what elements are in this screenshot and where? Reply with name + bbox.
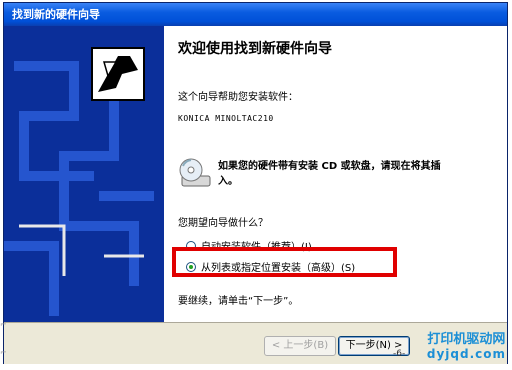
window-title: 找到新的硬件向导 — [4, 3, 507, 26]
wizard-heading: 欢迎使用找到新硬件向导 — [178, 41, 332, 57]
cd-drive-icon — [179, 158, 211, 187]
hardware-box-icon — [91, 47, 145, 101]
device-name: KONICA MINOLTAC210 — [178, 114, 274, 123]
watermark-title: 打印机驱动网 — [427, 332, 506, 347]
wizard-banner-art — [4, 47, 154, 316]
question-text: 您期望向导做什么？ — [178, 218, 268, 229]
wizard-content: 欢迎使用找到新硬件向导 这个向导帮助您安装软件： KONICA MINOLTAC… — [164, 26, 507, 322]
continue-hint: 要继续，请单击“下一步”。 — [178, 296, 299, 307]
wizard-window: 找到新的硬件向导 欢迎使用找到新硬件向导 这个向导帮助您安装软件： KONICA… — [3, 2, 508, 364]
margin-mark: ⌐ — [0, 320, 7, 329]
insert-media-notice: 如果您的硬件带有安装 CD 或软盘，请现在将其插入。 — [218, 161, 441, 187]
back-button[interactable]: < 上一步(B) — [264, 336, 336, 356]
site-watermark: 打印机驱动网 dyjqd.com — [427, 328, 506, 361]
watermark-url: dyjqd.com — [426, 347, 506, 361]
intro-text: 这个向导帮助您安装软件： — [178, 92, 298, 103]
selected-option-highlight — [172, 247, 397, 277]
page-number: -6- — [393, 349, 406, 359]
wizard-side-panel — [4, 26, 164, 322]
margin-mark: ⌐ — [0, 348, 7, 357]
